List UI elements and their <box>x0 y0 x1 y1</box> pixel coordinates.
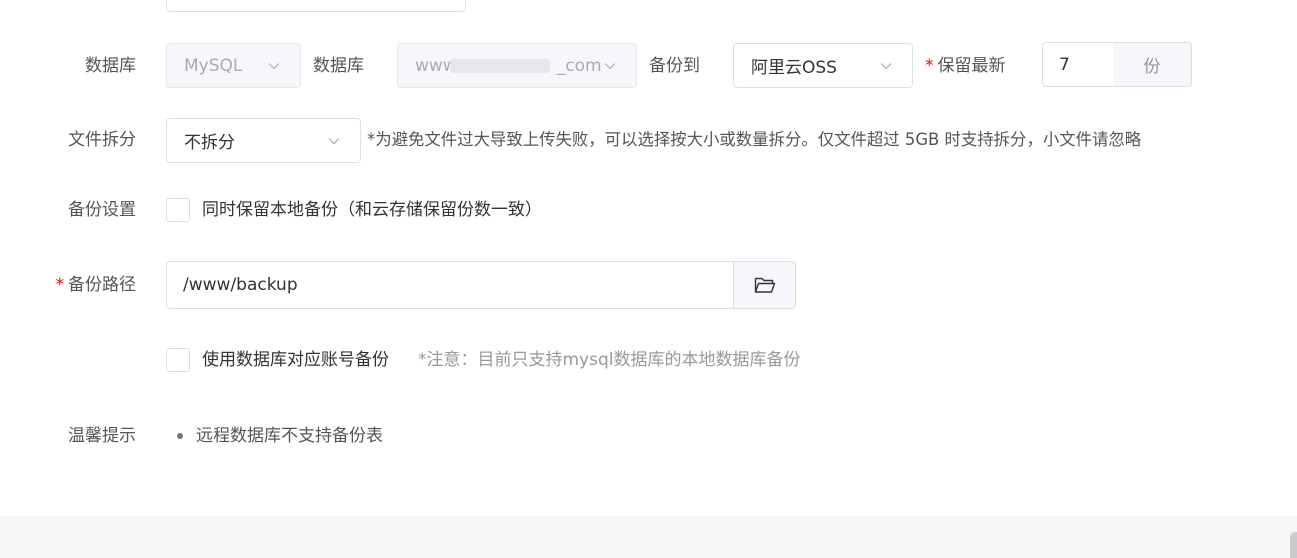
db-name-suffix: _com <box>556 55 602 76</box>
redacted-text <box>450 59 550 73</box>
folder-open-icon <box>754 277 775 293</box>
keep-local-backup-checkbox[interactable] <box>166 198 190 222</box>
keep-count-unit: 份 <box>1113 42 1192 87</box>
keep-count-input[interactable]: 7 <box>1042 42 1114 87</box>
previous-field[interactable] <box>166 0 466 12</box>
chevron-down-icon <box>268 62 280 69</box>
use-db-account-checkbox[interactable] <box>166 348 190 372</box>
keep-latest-label: * 保留最新 <box>925 56 1006 76</box>
backup-setting-label: 备份设置 <box>68 200 136 220</box>
tips-label: 温馨提示 <box>68 426 136 446</box>
chevron-down-icon <box>604 62 616 69</box>
db-type-value: MySQL <box>184 55 243 76</box>
select-folder-button[interactable] <box>733 261 796 309</box>
required-mark: * <box>55 275 65 295</box>
use-db-account-text: 使用数据库对应账号备份 <box>202 350 389 370</box>
backup-path-input[interactable]: /www/backup <box>166 261 734 309</box>
tip-item: 远程数据库不支持备份表 <box>196 426 383 446</box>
db-name-select[interactable]: www _com <box>397 43 637 88</box>
chevron-down-icon <box>328 137 340 144</box>
chevron-down-icon <box>880 62 892 69</box>
backup-form: 数据库 MySQL 数据库 www _com 备份到 阿里云OSS * 保留最新 … <box>0 0 1297 558</box>
db-type-label: 数据库 <box>85 56 136 76</box>
db-type-select[interactable]: MySQL <box>166 43 301 88</box>
use-db-account-hint: *注意：目前只支持mysql数据库的本地数据库备份 <box>418 350 801 370</box>
file-split-hint: *为避免文件过大导致上传失败，可以选择按大小或数量拆分。仅文件超过 5GB 时支… <box>367 130 1142 149</box>
db-name-label: 数据库 <box>313 56 364 76</box>
scroll-handle[interactable] <box>1290 532 1297 558</box>
keep-local-backup-text: 同时保留本地备份（和云存储保留份数一致） <box>202 200 542 220</box>
backup-to-label: 备份到 <box>649 56 700 76</box>
tip-bullet <box>177 433 183 439</box>
backup-path-label: * 备份路径 <box>55 275 137 295</box>
required-mark: * <box>925 56 934 76</box>
footer-bar <box>0 516 1297 558</box>
file-split-select[interactable]: 不拆分 <box>166 118 361 163</box>
backup-to-select[interactable]: 阿里云OSS <box>733 43 913 88</box>
file-split-value: 不拆分 <box>184 133 235 153</box>
file-split-label: 文件拆分 <box>68 130 136 150</box>
backup-to-value: 阿里云OSS <box>751 58 837 78</box>
